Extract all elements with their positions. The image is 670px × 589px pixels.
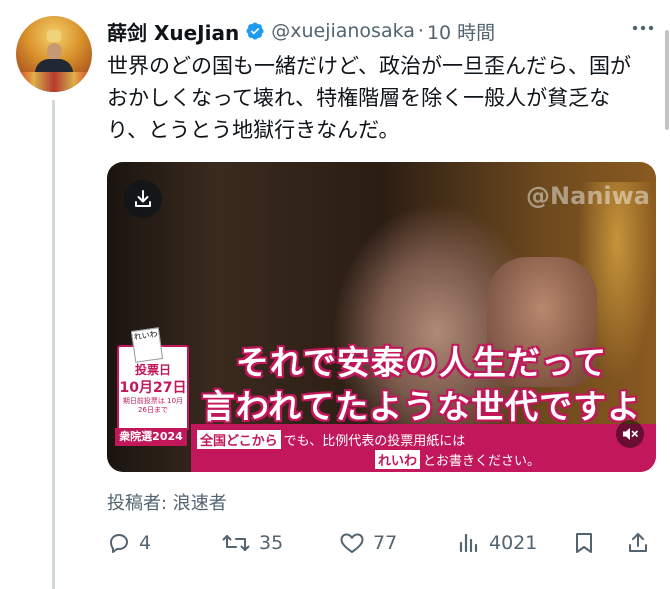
avatar[interactable] [16,16,92,92]
ballot-note: 期日前投票は 10月26日まで [122,397,184,414]
repost-count: 35 [259,532,284,554]
tweet-text: 世界のどの国も一緒だけど、政治が一旦歪んだら、国がおかしくなって壊れ、特権階層を… [107,54,631,142]
share-button[interactable] [626,528,650,558]
bookmark-button[interactable] [573,528,595,558]
separator-dot: · [417,20,424,42]
watermark: @Naniwa [526,182,650,210]
timestamp[interactable]: 10 時間 [427,18,495,45]
ballot-paper: れいわ [130,327,164,363]
reply-icon [110,534,128,553]
reply-button[interactable]: 4 [107,528,151,558]
more-options-icon[interactable] [630,18,656,38]
share-icon [629,533,647,552]
thread-line [52,100,55,589]
like-count: 77 [373,532,398,554]
heart-icon [340,533,364,553]
repost-button[interactable]: 35 [221,528,283,558]
ballot-box-graphic: れいわ 投票日 10月27日 期日前投票は 10月26日まで [117,327,189,431]
repost-icon [222,535,250,551]
reply-count: 4 [139,532,152,554]
banner-highlight-2: れいわ [375,450,421,469]
banner-text-2: とお書きください。 [423,454,541,469]
election-tag: 衆院選2024 [115,428,187,446]
banner-text-1: でも、比例代表の投票用紙には [283,434,466,449]
ballot-date: 10月27日 [119,380,187,396]
mute-button[interactable] [616,420,644,448]
tweet-header: 薛剑 XueJian @xuejianosaka · 10 時間 [107,16,495,46]
bookmark-icon [576,533,592,553]
post-attribution: 投稿者: 浪速者 [107,493,227,514]
views-button[interactable]: 4021 [457,528,537,558]
download-icon [135,190,151,207]
banner-highlight: 全国どこから [197,430,281,449]
caption-banner: 全国どこから でも、比例代表の投票用紙には れいわ とお書きください。 [191,424,656,472]
like-button[interactable]: 77 [339,528,397,558]
video-subtitle-line-1: それで安泰の人生だって [235,343,608,382]
views-count: 4021 [489,532,538,554]
video-subtitle-line-2: 言われてたような世代ですよ [201,387,642,426]
handle[interactable]: @xuejianosaka [271,20,415,42]
display-name[interactable]: 薛剑 XueJian [107,17,239,46]
scrollbar-thumb[interactable] [665,30,669,130]
action-bar: 4 35 77 4021 [107,528,656,558]
ballot-label: 投票日 [134,363,171,377]
volume-mute-icon [623,428,638,440]
download-button[interactable] [124,180,162,218]
video-player[interactable]: @Naniwa それで安泰の人生だって 言われてたような世代ですよ れいわ 投票… [107,162,656,472]
emblem-icon [47,30,61,42]
scrollbar[interactable] [664,0,670,589]
verified-badge-icon [246,22,264,40]
analytics-icon [459,533,478,553]
